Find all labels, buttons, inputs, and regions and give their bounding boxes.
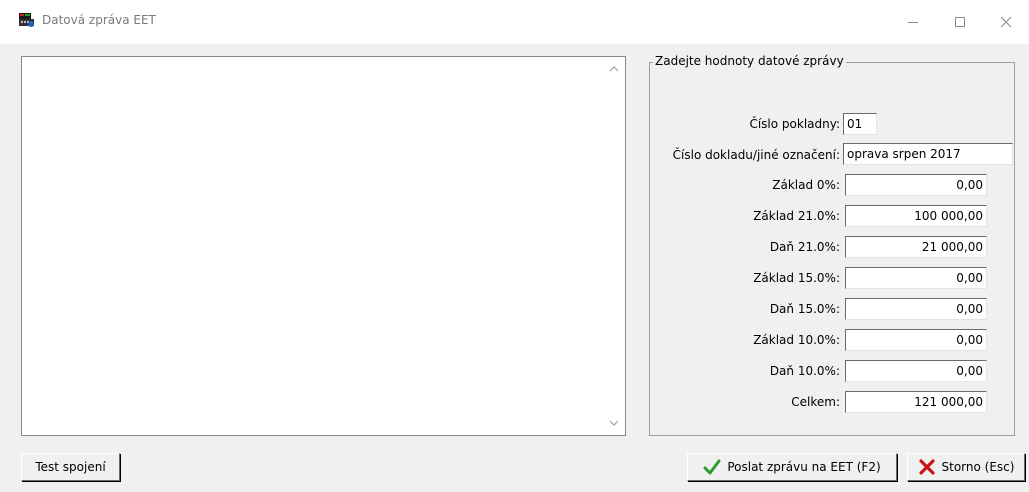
cislo-pokladny-input[interactable]: 01	[843, 113, 877, 135]
maximize-button[interactable]	[937, 0, 983, 44]
message-textarea[interactable]	[21, 56, 626, 436]
zaklad-15-input[interactable]: 0,00	[845, 267, 987, 289]
test-connection-button[interactable]: Test spojení	[21, 453, 120, 481]
label-zaklad-0: Základ 0%:	[772, 178, 840, 192]
scroll-up-arrow-icon[interactable]	[609, 65, 619, 73]
label-dan-21: Daň 21.0%:	[769, 240, 840, 254]
label-zaklad-21: Základ 21.0%:	[753, 209, 840, 223]
zaklad-10-input[interactable]: 0,00	[845, 329, 987, 351]
maximize-icon	[955, 17, 965, 27]
label-cislo-pokladny: Číslo pokladny:	[749, 117, 840, 131]
label-zaklad-10: Základ 10.0%:	[753, 333, 840, 347]
groupbox-legend: Zadejte hodnoty datové zprávy	[653, 54, 846, 68]
test-connection-label: Test spojení	[35, 460, 106, 474]
send-to-eet-label: Poslat zprávu na EET (F2)	[727, 460, 881, 474]
label-dan-10: Daň 10.0%:	[769, 364, 840, 378]
label-cislo-dokladu: Číslo dokladu/jiné označení:	[672, 148, 840, 162]
minimize-icon	[908, 22, 918, 23]
cancel-button[interactable]: Storno (Esc)	[907, 453, 1025, 481]
checkmark-icon	[703, 459, 721, 475]
dan-15-input[interactable]: 0,00	[845, 298, 987, 320]
celkem-input[interactable]: 121 000,00	[845, 391, 987, 413]
label-zaklad-15: Základ 15.0%:	[753, 271, 840, 285]
label-celkem: Celkem:	[791, 395, 840, 409]
close-icon	[1000, 16, 1012, 28]
title-bar: Datová zpráva EET	[0, 0, 1029, 44]
close-button[interactable]	[983, 0, 1029, 44]
label-dan-15: Daň 15.0%:	[769, 302, 840, 316]
minimize-button[interactable]	[890, 0, 936, 44]
send-to-eet-button[interactable]: Poslat zprávu na EET (F2)	[687, 453, 897, 481]
dan-10-input[interactable]: 0,00	[845, 360, 987, 382]
red-x-icon	[918, 459, 935, 475]
scroll-down-arrow-icon[interactable]	[609, 419, 619, 427]
zaklad-0-input[interactable]: 0,00	[845, 174, 987, 196]
zaklad-21-input[interactable]: 100 000,00	[845, 205, 987, 227]
dan-21-input[interactable]: 21 000,00	[845, 236, 987, 258]
cancel-label: Storno (Esc)	[941, 460, 1015, 474]
eet-cash-register-icon	[19, 13, 34, 27]
window-title: Datová zpráva EET	[42, 13, 156, 27]
cislo-dokladu-input[interactable]: oprava srpen 2017	[843, 143, 1013, 165]
